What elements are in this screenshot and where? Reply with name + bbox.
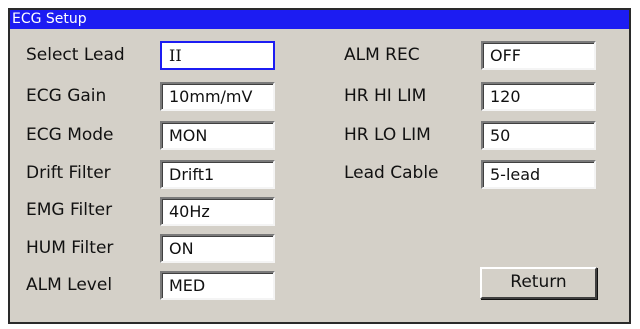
drift-filter-label: Drift Filter <box>26 163 111 183</box>
hum-filter-field[interactable]: ON <box>160 234 275 263</box>
ecg-mode-label: ECG Mode <box>26 125 114 145</box>
ecg-gain-label: ECG Gain <box>26 86 107 106</box>
return-button[interactable]: Return <box>480 267 597 299</box>
alm-rec-label: ALM REC <box>344 45 420 65</box>
alm-level-field[interactable]: MED <box>160 271 275 300</box>
select-lead-label: Select Lead <box>26 45 125 65</box>
hr-lo-lim-label: HR LO LIM <box>344 125 431 145</box>
hum-filter-label: HUM Filter <box>26 238 114 258</box>
emg-filter-field[interactable]: 40Hz <box>160 197 275 226</box>
dialog-title: ECG Setup <box>10 10 629 29</box>
drift-filter-field[interactable]: Drift1 <box>160 160 275 189</box>
emg-filter-label: EMG Filter <box>26 200 113 220</box>
ecg-gain-field[interactable]: 10mm/mV <box>160 82 275 111</box>
lead-cable-field[interactable]: 5-lead <box>481 160 596 189</box>
alm-rec-field[interactable]: OFF <box>481 41 596 70</box>
select-lead-field[interactable]: II <box>160 41 275 70</box>
ecg-mode-field[interactable]: MON <box>160 121 275 150</box>
hr-hi-lim-label: HR HI LIM <box>344 86 427 106</box>
hr-hi-lim-field[interactable]: 120 <box>481 82 596 111</box>
lead-cable-label: Lead Cable <box>344 163 439 183</box>
hr-lo-lim-field[interactable]: 50 <box>481 121 596 150</box>
ecg-setup-dialog: ECG Setup Select Lead II ECG Gain 10mm/m… <box>8 8 631 324</box>
alm-level-label: ALM Level <box>26 275 113 295</box>
